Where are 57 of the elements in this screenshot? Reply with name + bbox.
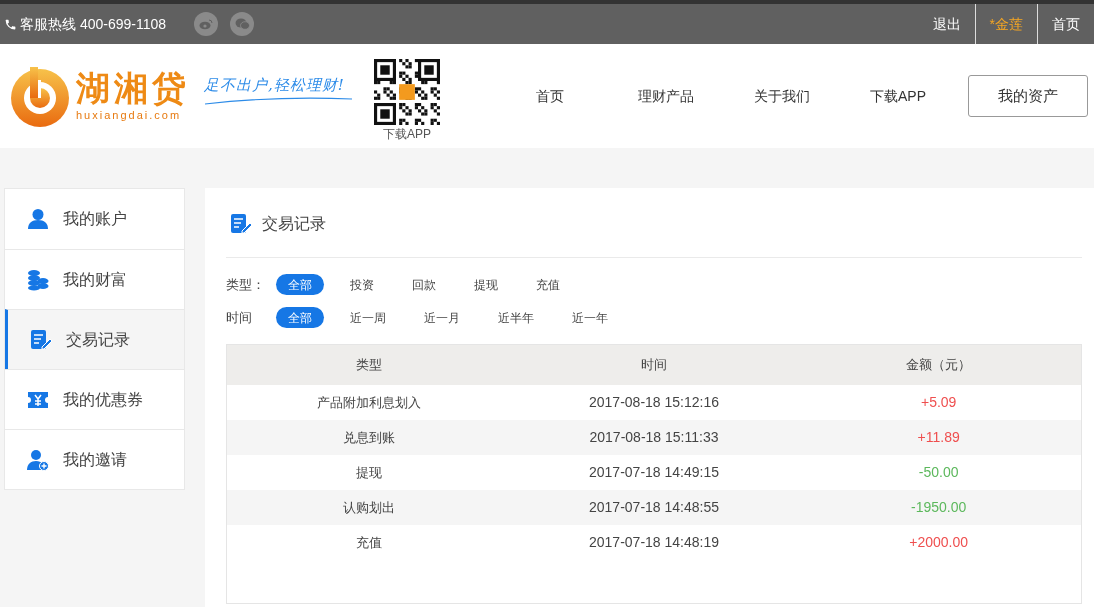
panel-title: 交易记录 [262, 213, 326, 234]
table-cell-text: 2017-08-18 15:11:33 [588, 428, 720, 447]
filter-option[interactable]: 充值 [524, 274, 572, 295]
sidebar-item[interactable]: 我的邀请 [5, 429, 184, 489]
table-cell-text: 提现 [355, 463, 384, 482]
column-header: 金额（元） [905, 356, 973, 375]
underline-swoosh-icon [204, 96, 354, 107]
nav-link[interactable]: 首页 [492, 85, 608, 107]
qr-caption: 下载APP [383, 126, 431, 143]
table-cell-text: 充值 [355, 533, 384, 552]
filter-option[interactable]: 近半年 [486, 307, 546, 328]
edit-icon [230, 212, 252, 235]
sidebar-item[interactable]: 我的优惠券 [5, 369, 184, 429]
table-cell-text: +2000.00 [908, 533, 970, 552]
table-cell-text: 2017-07-18 14:49:15 [588, 463, 720, 482]
filter-option[interactable]: 投资 [338, 274, 386, 295]
weibo-icon[interactable] [194, 12, 219, 36]
logo-name: 湖湘贷 [76, 68, 190, 107]
filter-option[interactable]: 全部 [276, 307, 324, 328]
hotline-text: 客服热线 400-699-1108 [20, 14, 167, 34]
user-plus-icon [27, 448, 49, 471]
coins-icon [27, 268, 49, 291]
table-cell-text: 2017-08-18 15:12:16 [588, 393, 720, 412]
edit-icon [30, 328, 52, 351]
table-cell-text: +11.89 [916, 428, 961, 447]
table-cell-text: 2017-07-18 14:48:55 [588, 498, 720, 517]
qr-code-icon [374, 59, 440, 125]
filter-label: 类型： [226, 275, 266, 294]
filter-label: 时间 [226, 308, 253, 327]
sidebar-item[interactable]: 交易记录 [5, 309, 184, 369]
filter-option[interactable]: 近一周 [338, 307, 398, 328]
filter-option[interactable]: 近一年 [560, 307, 620, 328]
logo-mark-icon [8, 64, 72, 128]
slogan: 足不出户,轻松理财! [204, 74, 346, 96]
logo-domain: huxiangdai.com [76, 107, 183, 123]
my-assets-button[interactable]: 我的资产 [968, 75, 1088, 117]
table-cell-text: 2017-07-18 14:48:19 [588, 533, 720, 552]
nav-link[interactable]: 理财产品 [608, 85, 724, 107]
top-link[interactable]: 退出 [918, 4, 975, 44]
filter-option[interactable]: 全部 [276, 274, 324, 295]
column-header: 类型 [355, 356, 384, 375]
chat-icon[interactable] [230, 12, 255, 36]
table-cell-text: 兑息到账 [342, 428, 397, 447]
column-header: 时间 [640, 356, 668, 375]
nav-link[interactable]: 下载APP [840, 85, 956, 107]
filter-option[interactable]: 提现 [462, 274, 510, 295]
table-cell-text: -1950.00 [910, 498, 968, 517]
sidebar-item[interactable]: 我的账户 [5, 189, 184, 249]
nav-link[interactable]: 关于我们 [724, 85, 840, 107]
filter-option[interactable]: 近一月 [412, 307, 472, 328]
table-cell-text: 产品附加利息划入 [316, 393, 423, 412]
user-icon [27, 208, 49, 230]
phone-icon [4, 17, 17, 31]
filter-option[interactable]: 回款 [400, 274, 448, 295]
table-cell-text: -50.00 [917, 463, 960, 482]
table-cell-text: +5.09 [919, 393, 958, 412]
table-cell-text: 认购划出 [342, 498, 397, 517]
